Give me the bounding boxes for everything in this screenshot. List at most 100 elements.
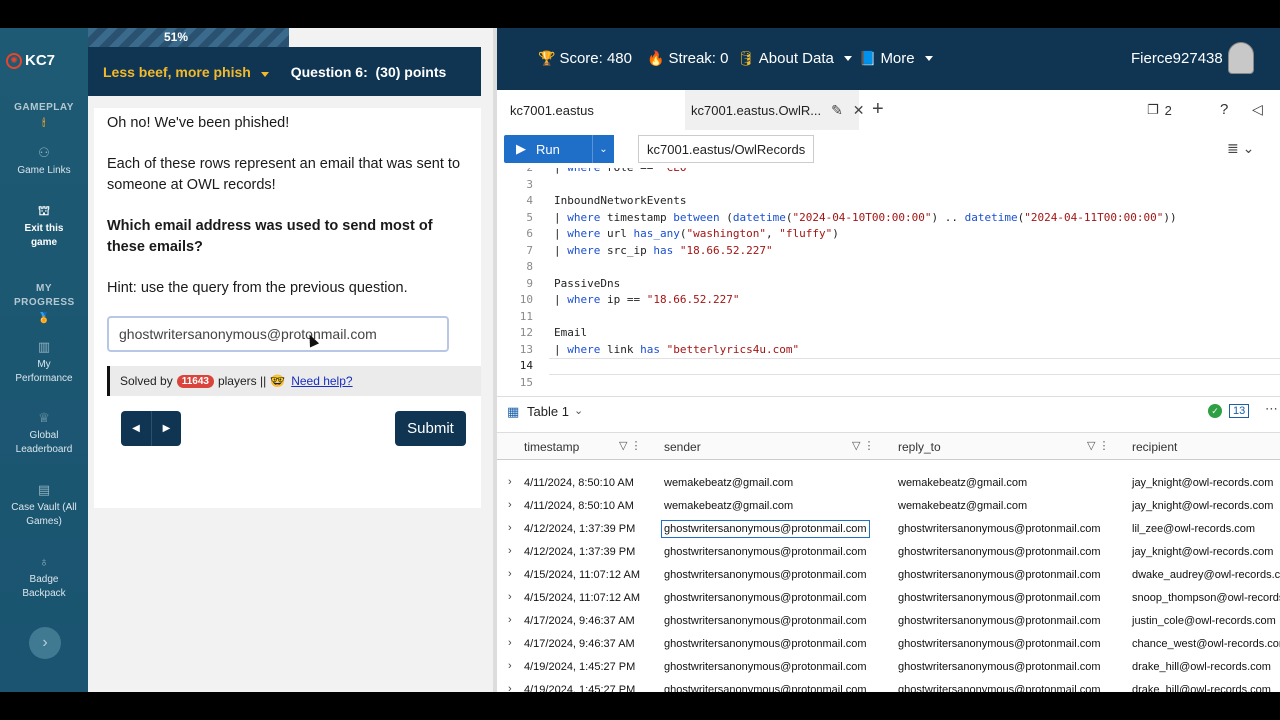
table-row[interactable]: › 4/12/2024, 1:37:39 PM ghostwritersanonym… — [497, 518, 1280, 541]
expand-row-icon[interactable]: › — [508, 591, 512, 603]
table-cell[interactable]: ghostwritersanonymous@protonmail.com — [898, 661, 1101, 673]
table-cell[interactable]: wemakebeatz@gmail.com — [664, 477, 793, 489]
feedback-icon[interactable]: ◁ — [1252, 101, 1263, 118]
table-cell[interactable]: drake_hill@owl-records.com — [1132, 661, 1271, 673]
table-cell[interactable]: ghostwritersanonymous@protonmail.com — [664, 638, 867, 650]
table-cell[interactable]: ghostwritersanonymous@protonmail.com — [664, 592, 867, 604]
expand-row-icon[interactable]: › — [508, 545, 512, 557]
table-cell[interactable]: ghostwritersanonymous@protonmail.com — [898, 615, 1101, 627]
username[interactable]: Fierce927438 — [1131, 50, 1223, 67]
more-options-icon[interactable]: ⋯ — [1265, 401, 1278, 417]
table-cell[interactable]: snoop_thompson@owl-records.com — [1132, 592, 1280, 604]
table-row[interactable]: › 4/17/2024, 9:46:37 AM ghostwritersanonym… — [497, 633, 1280, 656]
table-cell[interactable]: wemakebeatz@gmail.com — [664, 500, 793, 512]
table-cell[interactable]: wemakebeatz@gmail.com — [898, 477, 1027, 489]
database-scope[interactable]: kc7001.eastus/OwlRecords — [638, 135, 815, 163]
tab-query[interactable]: kc7001.eastus.OwlR... ✎ ✕ — [685, 90, 865, 130]
table-cell[interactable]: 4/11/2024, 8:50:10 AM — [524, 477, 634, 489]
format-query-icon[interactable]: ≣ ⌄ — [1227, 140, 1254, 157]
expand-row-icon[interactable]: › — [508, 660, 512, 672]
code-line[interactable]: 13 | where link has "betterlyrics4u.com" — [497, 342, 1280, 359]
table-row[interactable]: › 4/19/2024, 1:45:27 PM ghostwritersanonym… — [497, 656, 1280, 679]
code-line[interactable]: 10 | where ip == "18.66.52.227" — [497, 292, 1280, 309]
avatar[interactable] — [1228, 42, 1254, 74]
results-table-tab[interactable]: Table 1 — [527, 404, 569, 419]
code-line[interactable]: 8 — [497, 259, 1280, 276]
run-options-dropdown[interactable]: ⌄ — [592, 135, 614, 163]
code-line[interactable]: 6 | where url has_any("washington", "fluf… — [497, 226, 1280, 243]
expand-row-icon[interactable]: › — [508, 522, 512, 534]
table-cell[interactable]: ghostwritersanonymous@protonmail.com — [898, 592, 1101, 604]
table-row[interactable]: › 4/15/2024, 11:07:12 AM ghostwritersanony… — [497, 587, 1280, 610]
column-filter-icon[interactable]: ▽ ⋮ — [619, 439, 642, 452]
game-title-dropdown[interactable]: Less beef, more phish — [103, 64, 269, 80]
table-row[interactable]: › 4/17/2024, 9:46:37 AM ghostwritersanonym… — [497, 610, 1280, 633]
table-cell[interactable]: jay_knight@owl-records.com — [1132, 500, 1273, 512]
expand-row-icon[interactable]: › — [508, 499, 512, 511]
run-button[interactable]: ▶ Run — [504, 135, 592, 163]
code-line[interactable]: 2 | where role == "CEO" — [497, 168, 1280, 177]
table-cell[interactable]: ghostwritersanonymous@protonmail.com — [898, 684, 1101, 692]
table-cell[interactable]: ghostwritersanonymous@protonmail.com — [664, 569, 867, 581]
code-line[interactable]: 9 PassiveDns — [497, 276, 1280, 293]
table-cell[interactable]: ghostwritersanonymous@protonmail.com — [898, 638, 1101, 650]
code-line[interactable]: 14 — [497, 358, 1280, 375]
pencil-icon[interactable]: ✎ — [831, 102, 843, 119]
column-filter-icon[interactable]: ▽ ⋮ — [852, 439, 875, 452]
table-cell[interactable]: ghostwritersanonymous@protonmail.com — [898, 546, 1101, 558]
close-icon[interactable]: ✕ — [853, 102, 865, 119]
table-cell[interactable]: drake_hill@owl-records.com — [1132, 684, 1271, 692]
table-row[interactable]: › 4/11/2024, 8:50:10 AM wemakebeatz@gmail.… — [497, 472, 1280, 495]
code-line[interactable]: 11 — [497, 309, 1280, 326]
nav-badge-backpack[interactable]: ♁ Badge Backpack — [0, 555, 88, 601]
table-cell[interactable]: 4/17/2024, 9:46:37 AM — [524, 615, 635, 627]
next-question-button[interactable]: ▶ — [151, 411, 181, 446]
expand-row-icon[interactable]: › — [508, 614, 512, 626]
code-line[interactable]: 15 — [497, 375, 1280, 389]
table-cell[interactable]: lil_zee@owl-records.com — [1132, 523, 1255, 535]
table-cell[interactable]: dwake_audrey@owl-records.com — [1132, 569, 1280, 581]
query-editor[interactable]: 2 | where role == "CEO" 3 4 InboundNetworkEv… — [497, 168, 1280, 388]
table-cell[interactable]: 4/15/2024, 11:07:12 AM — [524, 592, 640, 604]
nav-case-vault[interactable]: ▤ Case Vault (All Games) — [0, 483, 88, 529]
table-cell[interactable]: 4/12/2024, 1:37:39 PM — [524, 546, 635, 558]
submit-button[interactable]: Submit — [395, 411, 466, 446]
table-cell[interactable]: jay_knight@owl-records.com — [1132, 546, 1273, 558]
add-tab-icon[interactable]: + — [872, 98, 884, 121]
table-cell[interactable]: ghostwritersanonymous@protonmail.com — [664, 684, 867, 692]
column-header-timestamp[interactable]: timestamp — [524, 440, 579, 454]
table-cell[interactable]: ghostwritersanonymous@protonmail.com — [664, 546, 867, 558]
table-row[interactable]: › 4/19/2024, 1:45:27 PM ghostwritersanonym… — [497, 679, 1280, 692]
expand-row-icon[interactable]: › — [508, 476, 512, 488]
nav-my-performance[interactable]: ▥ My Performance — [0, 340, 88, 386]
table-cell[interactable]: chance_west@owl-records.com — [1132, 638, 1280, 650]
table-cell[interactable]: jay_knight@owl-records.com — [1132, 477, 1273, 489]
table-cell[interactable]: 4/17/2024, 9:46:37 AM — [524, 638, 635, 650]
table-row[interactable]: › 4/12/2024, 1:37:39 PM ghostwritersanonym… — [497, 541, 1280, 564]
table-cell[interactable]: 4/11/2024, 8:50:10 AM — [524, 500, 634, 512]
about-data-menu[interactable]: 🛢 About Data — [737, 50, 852, 67]
table-cell[interactable]: ghostwritersanonymous@protonmail.com — [664, 661, 867, 673]
code-line[interactable]: 12 Email — [497, 325, 1280, 342]
expand-row-icon[interactable]: › — [508, 637, 512, 649]
column-header-recipient[interactable]: recipient — [1132, 440, 1177, 454]
table-cell[interactable]: ghostwritersanonymous@protonmail.com — [661, 520, 870, 538]
nav-game-links[interactable]: ⚇ Game Links — [0, 146, 88, 178]
table-cell[interactable]: justin_cole@owl-records.com — [1132, 615, 1276, 627]
table-row[interactable]: › 4/15/2024, 11:07:12 AM ghostwritersanony… — [497, 564, 1280, 587]
kc7-logo[interactable]: ✺ KC7 — [6, 52, 55, 69]
more-menu[interactable]: 📘 More — [859, 50, 933, 67]
expand-nav-button[interactable]: › — [29, 627, 61, 659]
nav-exit-game[interactable]: ⛫ Exit this game — [0, 204, 88, 250]
column-header-sender[interactable]: sender — [664, 440, 701, 454]
nav-global-leaderboard[interactable]: ♕ Global Leaderboard — [0, 411, 88, 457]
table-cell[interactable]: 4/19/2024, 1:45:27 PM — [524, 684, 635, 692]
table-cell[interactable]: ghostwritersanonymous@protonmail.com — [898, 569, 1101, 581]
need-help-link[interactable]: Need help? — [291, 374, 352, 388]
code-line[interactable]: 5 | where timestamp between (datetime("20… — [497, 210, 1280, 227]
chevron-down-icon[interactable]: ⌄ — [574, 404, 583, 417]
table-cell[interactable]: 4/19/2024, 1:45:27 PM — [524, 661, 635, 673]
code-line[interactable]: 7 | where src_ip has "18.66.52.227" — [497, 243, 1280, 260]
code-line[interactable]: 3 — [497, 177, 1280, 194]
table-cell[interactable]: ghostwritersanonymous@protonmail.com — [664, 615, 867, 627]
